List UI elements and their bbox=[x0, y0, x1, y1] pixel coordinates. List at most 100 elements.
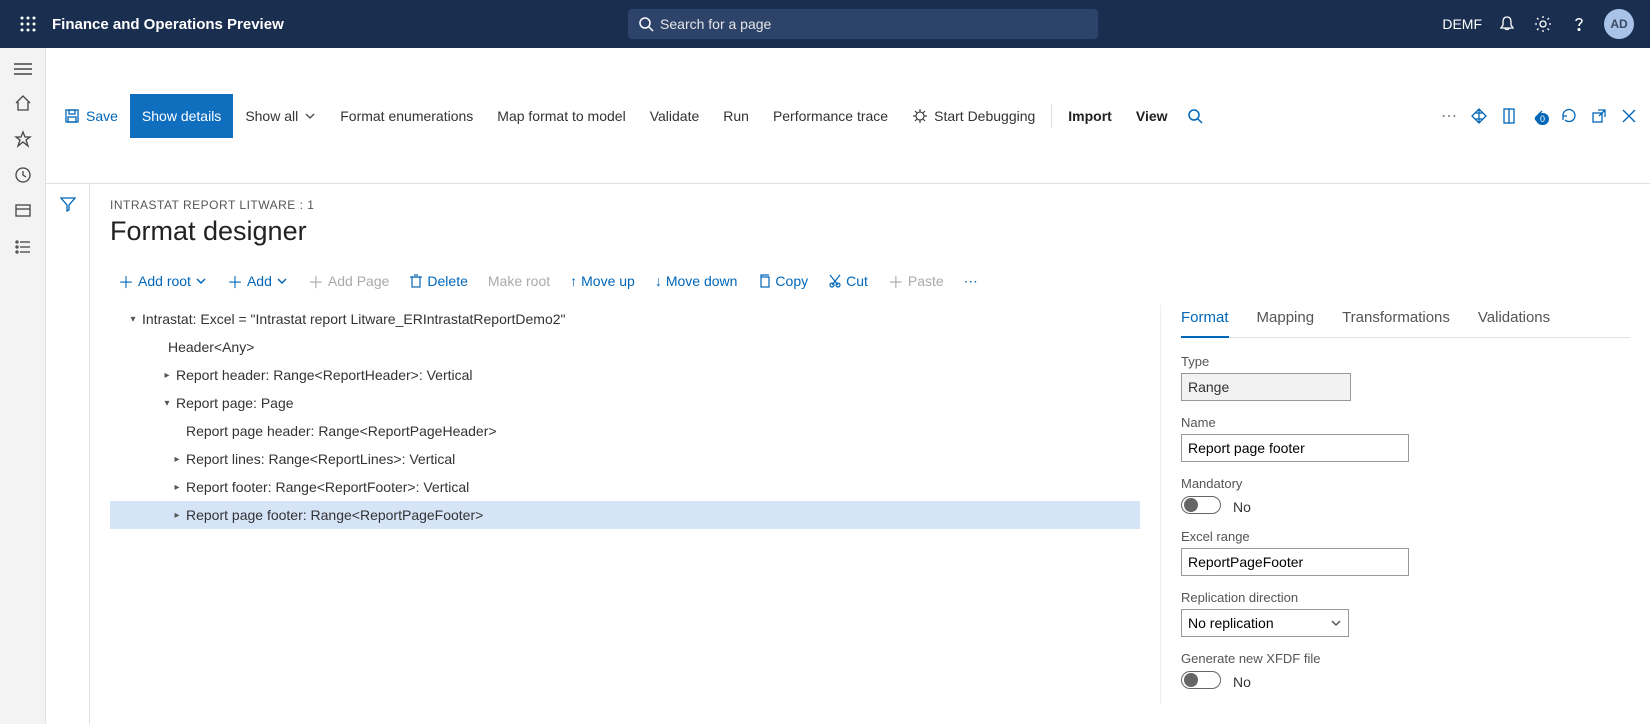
mandatory-label: Mandatory bbox=[1181, 476, 1630, 491]
chevron-down-icon bbox=[304, 110, 316, 122]
cut-icon bbox=[828, 273, 842, 289]
company-code[interactable]: DEMF bbox=[1442, 16, 1482, 32]
expand-icon[interactable]: ▸ bbox=[168, 482, 186, 493]
copy-icon bbox=[757, 273, 771, 289]
tree-row[interactable]: ▾Intrastat: Excel = "Intrastat report Li… bbox=[110, 305, 1140, 333]
tree-label: Header<Any> bbox=[168, 339, 254, 355]
refresh-icon[interactable] bbox=[1554, 107, 1584, 125]
bell-icon[interactable] bbox=[1496, 15, 1518, 33]
tree-row[interactable]: ▸Report footer: Range<ReportFooter>: Ver… bbox=[110, 473, 1140, 501]
app-header: Finance and Operations Preview DEMF AD bbox=[0, 0, 1650, 48]
map-format-button[interactable]: Map format to model bbox=[485, 94, 637, 138]
trash-icon bbox=[409, 273, 423, 289]
tab-mapping[interactable]: Mapping bbox=[1257, 305, 1315, 337]
move-up-button[interactable]: ↑Move up bbox=[562, 269, 643, 293]
chevron-down-icon bbox=[276, 275, 288, 287]
attachments-icon[interactable] bbox=[1524, 107, 1554, 125]
more-actions-icon[interactable]: ⋯ bbox=[956, 269, 986, 294]
tree-label: Report page: Page bbox=[176, 395, 294, 411]
xfdf-toggle[interactable] bbox=[1181, 671, 1221, 689]
replication-label: Replication direction bbox=[1181, 590, 1630, 605]
global-search[interactable] bbox=[628, 9, 1098, 39]
expand-icon[interactable]: ▾ bbox=[158, 398, 176, 409]
delete-button[interactable]: Delete bbox=[401, 269, 475, 293]
run-button[interactable]: Run bbox=[711, 94, 761, 138]
tab-validations[interactable]: Validations bbox=[1478, 305, 1550, 337]
expand-icon[interactable]: ▾ bbox=[124, 314, 142, 325]
format-enumerations-button[interactable]: Format enumerations bbox=[328, 94, 485, 138]
validate-button[interactable]: Validate bbox=[638, 94, 712, 138]
view-button[interactable]: View bbox=[1124, 94, 1180, 138]
tree-row[interactable]: ▸Report header: Range<ReportHeader>: Ver… bbox=[110, 361, 1140, 389]
close-icon[interactable] bbox=[1614, 109, 1644, 123]
clock-icon[interactable] bbox=[14, 166, 32, 184]
expand-icon[interactable]: ▸ bbox=[168, 454, 186, 465]
xfdf-label: Generate new XFDF file bbox=[1181, 651, 1630, 666]
mandatory-toggle[interactable] bbox=[1181, 496, 1221, 514]
left-nav bbox=[0, 48, 46, 724]
workspace-icon[interactable] bbox=[14, 202, 32, 220]
help-icon[interactable] bbox=[1568, 15, 1590, 33]
star-icon[interactable] bbox=[14, 130, 32, 148]
properties-pane: Format Mapping Transformations Validatio… bbox=[1160, 305, 1630, 704]
tree-row[interactable]: ▸Report page footer: Range<ReportPageFoo… bbox=[110, 501, 1140, 529]
list-icon[interactable] bbox=[14, 238, 32, 256]
page-title: Format designer bbox=[110, 216, 1630, 247]
copy-button[interactable]: Copy bbox=[749, 269, 816, 293]
xfdf-value: No bbox=[1233, 674, 1251, 690]
app-title: Finance and Operations Preview bbox=[52, 16, 284, 33]
tree-row[interactable]: Report page header: Range<ReportPageHead… bbox=[110, 417, 1140, 445]
search-input[interactable] bbox=[660, 16, 1088, 32]
tab-format[interactable]: Format bbox=[1181, 305, 1229, 338]
import-button[interactable]: Import bbox=[1056, 94, 1124, 138]
tree-label: Report header: Range<ReportHeader>: Vert… bbox=[176, 367, 473, 383]
tree-label: Report page header: Range<ReportPageHead… bbox=[186, 423, 497, 439]
format-tree[interactable]: ▾Intrastat: Excel = "Intrastat report Li… bbox=[110, 305, 1140, 704]
cmdbar-search-icon[interactable] bbox=[1180, 108, 1210, 124]
type-label: Type bbox=[1181, 354, 1630, 369]
tab-transformations[interactable]: Transformations bbox=[1342, 305, 1450, 337]
add-button[interactable]: ＋Add bbox=[219, 265, 296, 297]
home-icon[interactable] bbox=[14, 94, 32, 112]
gear-icon[interactable] bbox=[1532, 15, 1554, 33]
command-bar: Save Show details Show all Format enumer… bbox=[46, 48, 1650, 184]
chevron-down-icon bbox=[195, 275, 207, 287]
type-value: Range bbox=[1181, 373, 1351, 401]
make-root-button: Make root bbox=[480, 269, 558, 293]
move-down-button[interactable]: ↓Move down bbox=[647, 269, 746, 293]
cut-button[interactable]: Cut bbox=[820, 269, 876, 293]
excel-range-label: Excel range bbox=[1181, 529, 1630, 544]
hamburger-icon[interactable] bbox=[14, 62, 32, 76]
add-root-button[interactable]: ＋Add root bbox=[110, 265, 215, 297]
expand-icon[interactable]: ▸ bbox=[158, 370, 176, 381]
tree-label: Intrastat: Excel = "Intrastat report Lit… bbox=[142, 311, 566, 327]
breadcrumb: INTRASTAT REPORT LITWARE : 1 bbox=[110, 198, 1630, 212]
performance-trace-button[interactable]: Performance trace bbox=[761, 94, 900, 138]
tree-label: Report lines: Range<ReportLines>: Vertic… bbox=[186, 451, 455, 467]
avatar[interactable]: AD bbox=[1604, 9, 1634, 39]
name-label: Name bbox=[1181, 415, 1630, 430]
show-details-button[interactable]: Show details bbox=[130, 94, 233, 138]
mandatory-value: No bbox=[1233, 499, 1251, 515]
doc-icon[interactable] bbox=[1494, 107, 1524, 125]
more-dots-icon[interactable]: ⋯ bbox=[1434, 106, 1464, 126]
props-tabs: Format Mapping Transformations Validatio… bbox=[1181, 305, 1630, 338]
diamond-icon[interactable] bbox=[1464, 107, 1494, 125]
add-page-button: ＋Add Page bbox=[300, 265, 398, 297]
tree-row[interactable]: Header<Any> bbox=[110, 333, 1140, 361]
paste-button: ＋Paste bbox=[880, 265, 952, 297]
expand-icon[interactable]: ▸ bbox=[168, 510, 186, 521]
save-button[interactable]: Save bbox=[52, 94, 130, 138]
funnel-icon[interactable] bbox=[60, 196, 76, 724]
chevron-down-icon bbox=[1330, 617, 1342, 629]
tree-label: Report footer: Range<ReportFooter>: Vert… bbox=[186, 479, 469, 495]
tree-row[interactable]: ▸Report lines: Range<ReportLines>: Verti… bbox=[110, 445, 1140, 473]
excel-range-input[interactable]: ReportPageFooter bbox=[1181, 548, 1409, 576]
start-debugging-button[interactable]: Start Debugging bbox=[900, 94, 1047, 138]
app-launcher-icon[interactable] bbox=[8, 16, 48, 32]
popout-icon[interactable] bbox=[1584, 108, 1614, 124]
show-all-button[interactable]: Show all bbox=[233, 94, 328, 138]
replication-select[interactable]: No replication bbox=[1181, 609, 1349, 637]
name-input[interactable]: Report page footer bbox=[1181, 434, 1409, 462]
tree-row[interactable]: ▾Report page: Page bbox=[110, 389, 1140, 417]
